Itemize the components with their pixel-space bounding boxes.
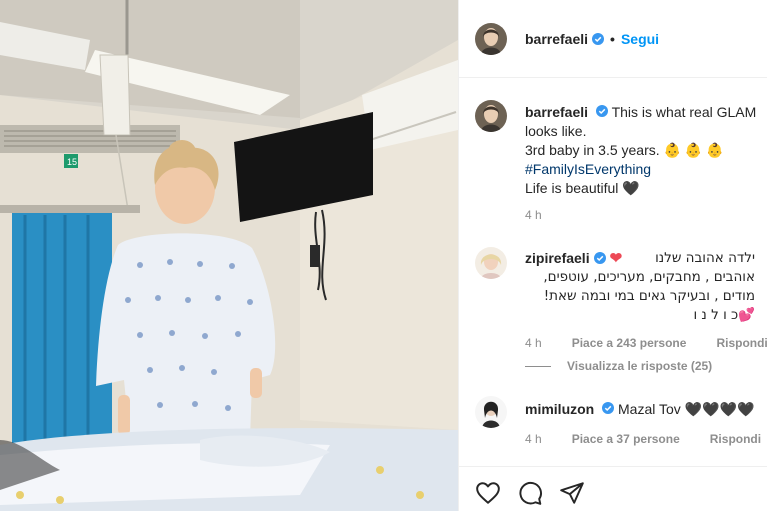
comment-2-text: Mazal Tov 🖤🖤🖤🖤 [618, 401, 755, 417]
post-photo[interactable]: 15 [0, 0, 458, 511]
verified-icon [602, 402, 615, 414]
pink-heart-icon: 💕 [738, 307, 755, 323]
verified-icon [595, 105, 608, 117]
caption-avatar[interactable] [475, 100, 507, 132]
caption-username[interactable]: barrefaeli [525, 104, 588, 120]
comment-icon [519, 481, 542, 505]
follow-button[interactable]: Segui [621, 31, 659, 47]
post-caption: barrefaeli This is what real GLAM looks … [525, 103, 761, 198]
caption-line-1: This is what real GLAM [611, 104, 757, 120]
header-user-line: barrefaeli • Segui [525, 31, 659, 47]
post-side-panel: barrefaeli • Segui barrefaeli This is wh… [458, 0, 767, 511]
share-icon [560, 482, 584, 504]
comment-2-meta: 4 h Piace a 37 persone Rispondi [525, 432, 767, 446]
view-replies-button[interactable]: Visualizza le risposte (25) [525, 359, 712, 373]
action-bar [459, 466, 767, 511]
comment-2-line: mimiluzon Mazal Tov 🖤🖤🖤🖤 [525, 401, 754, 418]
hospital-room-image: 15 [0, 0, 458, 511]
like-button[interactable] [475, 480, 501, 506]
comment-1-line-1: ילדה אהובה שלנו [655, 250, 755, 266]
comment-1-time[interactable]: 4 h [525, 336, 542, 350]
comment-1-likes[interactable]: Piace a 243 persone [572, 336, 687, 350]
comment-1-reply-button[interactable]: Rispondi [716, 336, 767, 350]
comment-2-likes[interactable]: Piace a 37 persone [572, 432, 680, 446]
separator-dot: • [610, 31, 615, 47]
caption-line-3: 3rd baby in 3.5 years. 👶 👶 👶 [525, 142, 724, 158]
replies-divider [525, 365, 551, 367]
comment-1-meta: 4 h Piace a 243 persone Rispondi [525, 336, 767, 350]
caption-line-5: Life is beautiful 🖤 [525, 180, 640, 196]
comment-1-line-2: אוהבים , מחבקים, מעריכים, עוטפים, [543, 269, 755, 285]
comment-1-line-3: מודים , ובעיקר גאים במי ובמה שאת! [543, 288, 755, 304]
post-time[interactable]: 4 h [525, 208, 542, 222]
comment-2-username[interactable]: mimiluzon [525, 401, 594, 417]
comment-2-time[interactable]: 4 h [525, 432, 542, 446]
caption-hashtag[interactable]: #FamilyIsEverything [525, 160, 761, 179]
comment-button[interactable] [517, 480, 543, 506]
comment-1-line-4: כ ו ל נ ו [693, 307, 739, 323]
comment-avatar[interactable] [475, 247, 507, 279]
heart-icon [476, 482, 500, 504]
avatar[interactable] [475, 23, 507, 55]
share-button[interactable] [559, 480, 585, 506]
comment-2-reply-button[interactable]: Rispondi [710, 432, 761, 446]
post-header: barrefaeli • Segui [459, 0, 767, 78]
header-username[interactable]: barrefaeli [525, 31, 588, 47]
verified-icon [592, 33, 605, 45]
caption-line-2: looks like. [525, 123, 587, 139]
view-replies-label: Visualizza le risposte (25) [567, 359, 713, 373]
comment-avatar[interactable] [475, 396, 507, 428]
comment-1-text: ילדה אהובה שלנו אוהבים , מחבקים, מעריכים… [525, 249, 755, 325]
wall-sign: 15 [67, 157, 77, 167]
